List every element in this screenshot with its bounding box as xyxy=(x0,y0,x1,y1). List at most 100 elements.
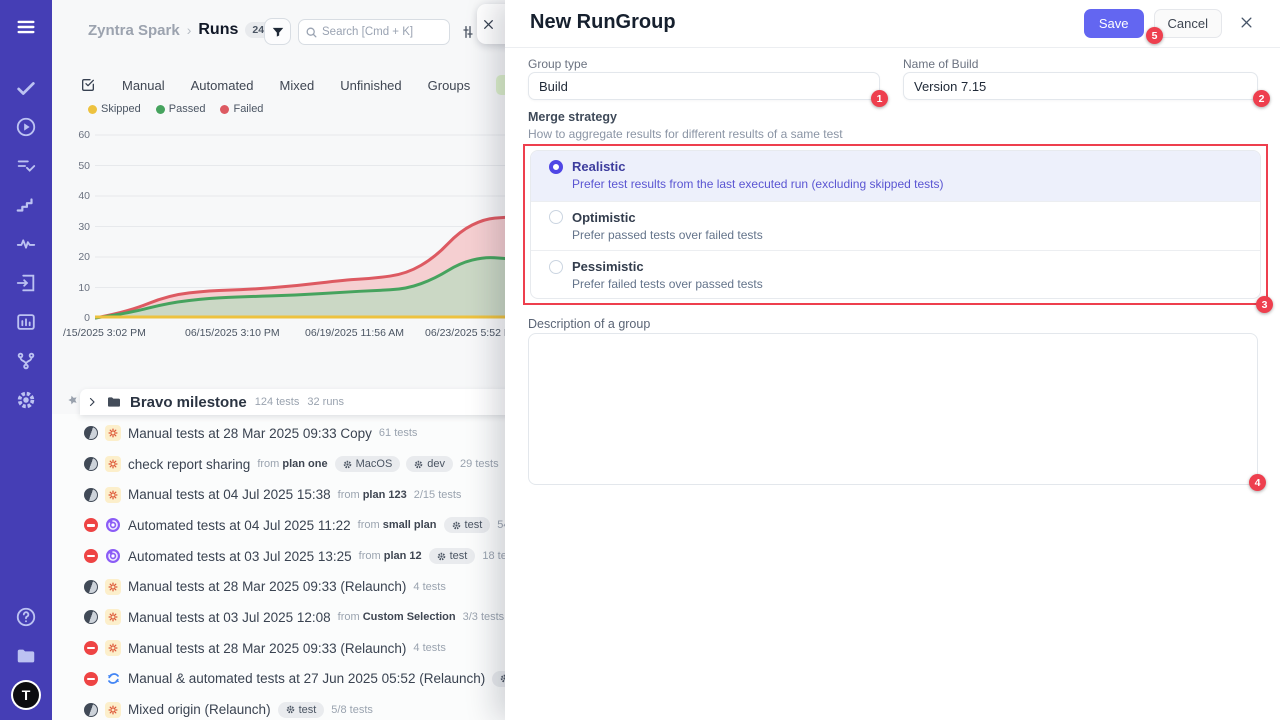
cancel-button[interactable]: Cancel xyxy=(1154,9,1222,38)
radio-icon[interactable] xyxy=(549,260,563,274)
milestone-folder-row[interactable]: Bravo milestone 124 tests 32 runs xyxy=(80,389,505,415)
run-tests-count: 18 tests xyxy=(482,550,505,562)
run-title: Manual tests at 28 Mar 2025 09:33 Copy xyxy=(128,426,372,441)
run-tag[interactable]: test xyxy=(444,517,491,533)
run-tests-count: 29 tests xyxy=(460,458,499,470)
y-axis-tick: 10 xyxy=(64,282,90,294)
y-axis-tick: 30 xyxy=(64,221,90,233)
run-status-icon xyxy=(84,457,98,471)
run-type-icon xyxy=(105,640,121,656)
build-name-input[interactable] xyxy=(903,72,1258,100)
run-tag[interactable]: MacOS xyxy=(335,456,401,472)
description-textarea[interactable] xyxy=(528,333,1258,485)
option-pessimistic[interactable]: Pessimistic Prefer failed tests over pas… xyxy=(531,250,1260,299)
close-icon[interactable] xyxy=(482,18,495,31)
run-tests-count: 54 tests xyxy=(497,519,505,531)
run-list-item[interactable]: Manual tests at 28 Mar 2025 09:33 Copy 6… xyxy=(52,418,505,449)
run-tests-count: 4 tests xyxy=(413,642,445,654)
y-axis-tick: 60 xyxy=(64,129,90,141)
run-status-icon xyxy=(84,641,98,655)
run-list-item[interactable]: Manual tests at 04 Jul 2025 15:38 from p… xyxy=(52,479,505,510)
merge-strategy-label: Merge strategy xyxy=(528,110,617,124)
run-type-icon xyxy=(105,517,121,533)
run-status-icon xyxy=(84,672,98,686)
run-tests-count: 4 tests xyxy=(413,581,445,593)
folder-icon xyxy=(106,394,122,410)
run-list-item[interactable]: Manual tests at 03 Jul 2025 12:08 from C… xyxy=(52,602,505,633)
annotation-step-5: 5 xyxy=(1146,27,1163,44)
run-title: Manual & automated tests at 27 Jun 2025 … xyxy=(128,671,485,686)
build-name-label: Name of Build xyxy=(903,57,978,71)
run-tags: test xyxy=(444,517,491,533)
run-status-icon xyxy=(84,610,98,624)
run-list-item[interactable]: Mixed origin (Relaunch) test 5/8 tests xyxy=(52,694,505,720)
run-list-item[interactable]: Manual tests at 28 Mar 2025 09:33 (Relau… xyxy=(52,633,505,664)
run-list-item[interactable]: check report sharing from plan one MacOS… xyxy=(52,449,505,480)
run-tests-count: 61 tests xyxy=(379,427,418,439)
projects-folder-icon[interactable] xyxy=(13,643,39,669)
run-tag[interactable]: test xyxy=(492,671,505,687)
run-tags: MacOS dev xyxy=(335,456,453,472)
chevron-right-icon[interactable] xyxy=(86,396,98,408)
run-list-item[interactable]: Manual tests at 28 Mar 2025 09:33 (Relau… xyxy=(52,571,505,602)
run-type-icon xyxy=(105,671,121,687)
settings-gear-icon[interactable] xyxy=(13,387,39,413)
run-title: Manual tests at 03 Jul 2025 12:08 xyxy=(128,610,331,625)
run-title: Manual tests at 28 Mar 2025 09:33 (Relau… xyxy=(128,641,406,656)
app-logo[interactable]: T xyxy=(13,682,39,708)
logo-t-icon: T xyxy=(13,682,39,708)
run-type-icon xyxy=(105,609,121,625)
run-tests-count: 3/3 tests xyxy=(463,611,505,623)
run-type-icon xyxy=(105,487,121,503)
option-title: Realistic xyxy=(572,159,625,174)
group-type-select[interactable] xyxy=(528,72,880,100)
run-type-icon xyxy=(105,425,121,441)
run-source: from plan 123 xyxy=(338,489,407,501)
run-list-item[interactable]: Automated tests at 03 Jul 2025 13:25 fro… xyxy=(52,541,505,572)
run-type-icon xyxy=(105,548,121,564)
import-icon[interactable] xyxy=(13,270,39,296)
test-plans-list-icon[interactable] xyxy=(13,153,39,179)
radio-icon[interactable] xyxy=(549,210,563,224)
save-button[interactable]: Save xyxy=(1084,9,1144,38)
run-list-item[interactable]: Manual & automated tests at 27 Jun 2025 … xyxy=(52,664,505,695)
option-realistic[interactable]: Realistic Prefer test results from the l… xyxy=(531,151,1260,201)
analytics-pulse-icon[interactable] xyxy=(13,231,39,257)
x-axis-tick: 06/19/2025 11:56 AM xyxy=(305,327,404,339)
run-tag[interactable]: dev xyxy=(406,456,453,472)
description-label: Description of a group xyxy=(528,317,650,331)
run-status-icon xyxy=(84,518,98,532)
x-axis-tick: /15/2025 3:02 PM xyxy=(63,327,146,339)
x-axis-tick: 06/23/2025 5:52 PM xyxy=(425,327,505,339)
drawer-close-icon[interactable] xyxy=(1239,15,1254,35)
run-source: from small plan xyxy=(358,519,437,531)
run-source: from Custom Selection xyxy=(338,611,456,623)
run-tag[interactable]: test xyxy=(278,702,325,718)
run-type-icon xyxy=(105,579,121,595)
app-sidebar: T xyxy=(0,0,52,720)
run-tests-count: 5/8 tests xyxy=(331,704,373,716)
option-optimistic[interactable]: Optimistic Prefer passed tests over fail… xyxy=(531,201,1260,251)
reports-chart-icon[interactable] xyxy=(13,309,39,335)
runs-list: Manual tests at 28 Mar 2025 09:33 Copy 6… xyxy=(52,418,505,720)
runs-panel: Zyntra Spark › Runs 241 Manual Automated… xyxy=(52,0,505,720)
runs-play-icon[interactable] xyxy=(13,114,39,140)
option-title: Optimistic xyxy=(572,210,636,225)
help-icon[interactable] xyxy=(13,604,39,630)
run-title: Automated tests at 03 Jul 2025 13:25 xyxy=(128,549,352,564)
annotation-step-4: 4 xyxy=(1249,474,1266,491)
tests-check-icon[interactable] xyxy=(13,75,39,101)
run-list-item[interactable]: Automated tests at 04 Jul 2025 11:22 fro… xyxy=(52,510,505,541)
runs-trend-chart: 0102030405060/15/2025 3:02 PM06/15/2025 … xyxy=(52,0,505,350)
run-source: from plan 12 xyxy=(359,550,422,562)
run-tag[interactable]: test xyxy=(429,548,476,564)
chart-plot xyxy=(95,132,505,322)
hamburger-menu-icon[interactable] xyxy=(13,14,39,40)
radio-selected-icon[interactable] xyxy=(549,160,563,174)
branches-icon[interactable] xyxy=(13,348,39,374)
drawer-title: New RunGroup xyxy=(530,11,676,34)
run-title: Mixed origin (Relaunch) xyxy=(128,702,271,717)
milestones-steps-icon[interactable] xyxy=(13,192,39,218)
y-axis-tick: 50 xyxy=(64,160,90,172)
annotation-step-2: 2 xyxy=(1253,90,1270,107)
